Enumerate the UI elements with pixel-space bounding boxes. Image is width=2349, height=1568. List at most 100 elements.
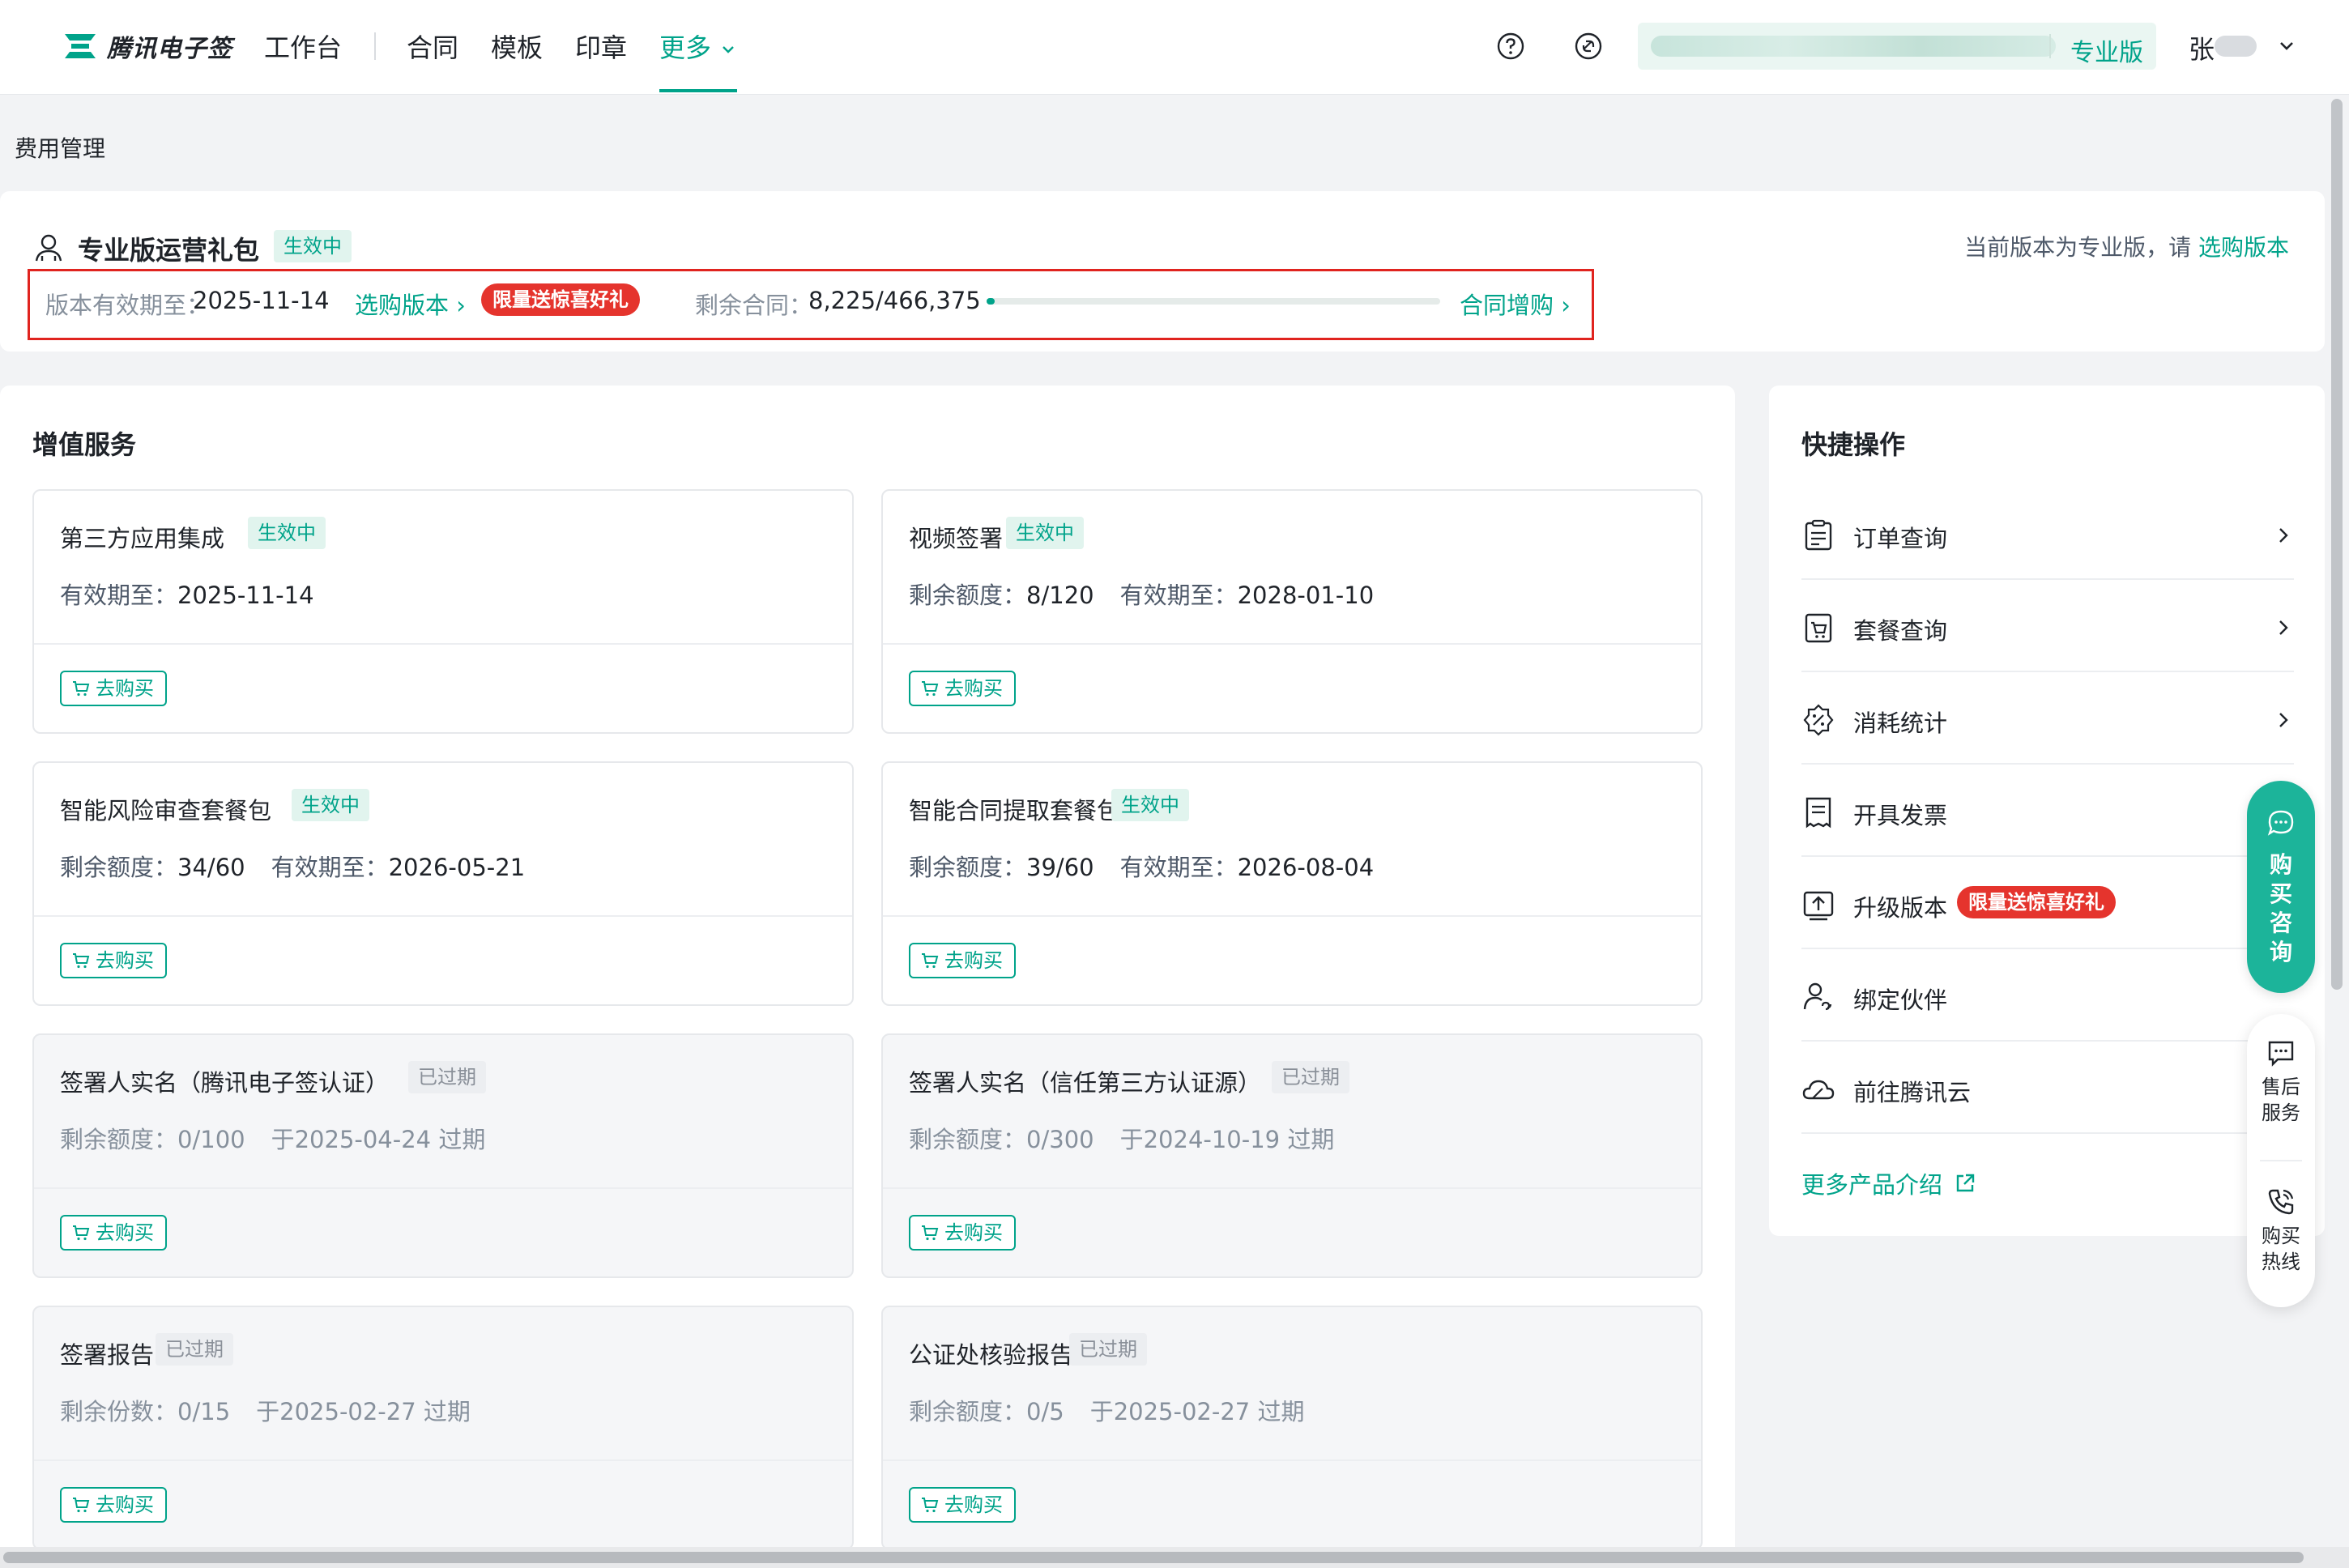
service-title: 智能合同提取套餐包 — [909, 797, 1121, 824]
after-sales-service-button[interactable]: 售后 服务 — [2247, 1038, 2315, 1126]
nav-more[interactable]: 更多 — [659, 28, 737, 65]
service-detail: 剩余额度：8/120 有效期至：2028-01-10 — [909, 577, 1374, 611]
purchase-hotline-button[interactable]: 购买 热线 — [2247, 1187, 2315, 1275]
purchase-consult-label: 购买咨询 — [2247, 850, 2315, 967]
hotline-label-line1: 购买 — [2262, 1225, 2300, 1247]
select-version-link[interactable]: 选购版本 — [2198, 234, 2289, 261]
quick-action-label: 升级版本 — [1853, 894, 1948, 922]
quick-action-partner[interactable]: 绑定伙伴 — [1801, 949, 2294, 1042]
chat-icon — [2267, 810, 2294, 836]
cloud-icon — [1802, 1080, 1835, 1100]
quick-action-invoice[interactable]: 开具发票 — [1801, 765, 2294, 857]
user-name-redacted — [2215, 36, 2257, 57]
horizontal-scrollbar[interactable] — [0, 1547, 2349, 1568]
add-contracts-button[interactable]: 合同增购 › — [1460, 287, 1571, 321]
buy-button[interactable]: 去购买 — [909, 671, 1016, 706]
quick-action-upgrade[interactable]: 升级版本 限量送惊喜好礼 — [1801, 857, 2294, 949]
detail-label: 剩余额度： — [909, 854, 1027, 881]
nav-templates[interactable]: 模板 — [491, 28, 543, 65]
detail-label: 剩余额度： — [60, 1126, 178, 1153]
scrollbar-thumb[interactable] — [3, 1552, 2304, 1563]
service-detail: 剩余份数：0/15 于2025-02-27 过期 — [60, 1393, 471, 1427]
detail-label: 有效期至： — [271, 854, 389, 881]
detail-value: 8/120 — [1026, 582, 1094, 609]
buy-button[interactable]: 去购买 — [909, 1215, 1016, 1251]
select-version-button[interactable]: 选购版本 › — [355, 287, 466, 321]
nav-contracts[interactable]: 合同 — [407, 28, 458, 65]
buy-button[interactable]: 去购买 — [60, 671, 167, 706]
scrollbar-thumb[interactable] — [2331, 99, 2343, 990]
detail-value: 0/300 — [1026, 1126, 1094, 1153]
buy-button[interactable]: 去购买 — [60, 1487, 167, 1523]
user-name[interactable]: 张 — [2189, 29, 2215, 66]
cart-icon — [922, 1225, 939, 1241]
user-icon — [35, 234, 62, 262]
service-title: 公证处核验报告 — [909, 1341, 1074, 1369]
detail-value: 0/15 — [177, 1398, 231, 1425]
edition-badge: 专业版 — [2070, 39, 2143, 67]
quick-action-label: 消耗统计 — [1853, 709, 1948, 737]
card-divider — [34, 1459, 852, 1461]
buy-button-label: 去购买 — [96, 949, 154, 972]
buy-button-label: 去购买 — [944, 949, 1003, 972]
cart-icon — [922, 1498, 939, 1513]
card-divider — [883, 1459, 1701, 1461]
service-detail: 剩余额度：0/5 于2025-02-27 过期 — [909, 1393, 1304, 1427]
remaining-contracts-label: 剩余合同： — [695, 292, 813, 319]
chevron-right-icon — [2279, 713, 2288, 727]
quick-action-packages[interactable]: 套餐查询 — [1801, 580, 2294, 672]
page-title: 费用管理 — [15, 135, 106, 162]
detail-value: 34/60 — [177, 854, 245, 881]
status-badge: 已过期 — [408, 1061, 486, 1093]
service-card: 公证处核验报告 已过期 剩余额度：0/5 于2025-02-27 过期 去购买 — [881, 1306, 1703, 1550]
cart-icon — [73, 1225, 90, 1241]
buy-button[interactable]: 去购买 — [909, 1487, 1016, 1523]
help-icon[interactable] — [1495, 31, 1526, 62]
message-icon — [2268, 1041, 2294, 1067]
nav-workbench[interactable]: 工作台 — [264, 28, 342, 65]
purchase-consult-button[interactable]: 购买咨询 — [2247, 781, 2315, 993]
value-added-services-panel: 增值服务 第三方应用集成 生效中 有效期至：2025-11-14 去购买 视频签署 生效中… — [0, 386, 1735, 1568]
nav-divider — [374, 32, 376, 60]
brand-logo-icon — [65, 34, 96, 58]
vertical-scrollbar[interactable] — [2328, 96, 2346, 1553]
organization-name-redacted — [1651, 36, 2056, 57]
detail-value: 2028-01-10 — [1237, 582, 1375, 609]
brand-logo[interactable]: 腾讯电子签 — [62, 28, 232, 65]
quick-action-statistics[interactable]: 消耗统计 — [1801, 672, 2294, 765]
detail-value: 于2025-04-24 过期 — [271, 1126, 486, 1153]
nav-seals[interactable]: 印章 — [575, 28, 627, 65]
purchase-consult-text: 购买咨询 — [2269, 851, 2292, 965]
service-card: 签署人实名（腾讯电子签认证） 已过期 剩余额度：0/100 于2025-04-24 过… — [32, 1033, 854, 1278]
buy-button[interactable]: 去购买 — [60, 1215, 167, 1251]
card-divider — [34, 915, 852, 917]
service-card: 智能风险审查套餐包 生效中 剩余额度：34/60 有效期至：2026-05-21 去购买 — [32, 761, 854, 1006]
after-sales-label-line1: 售后 — [2262, 1076, 2300, 1098]
support-widget: 售后 服务 购买 热线 — [2247, 1014, 2315, 1307]
promo-badge[interactable]: 限量送惊喜好礼 — [481, 283, 640, 316]
buy-button[interactable]: 去购买 — [909, 943, 1016, 978]
validity-label: 版本有效期至： — [45, 292, 211, 319]
organization-switcher[interactable]: 专业版 — [1638, 23, 2156, 70]
plan-note-text: 当前版本为专业版，请 — [1964, 234, 2192, 261]
buy-button[interactable]: 去购买 — [60, 943, 167, 978]
chevron-down-icon[interactable] — [2276, 36, 2297, 57]
validity-value: 2025-11-14 — [193, 287, 330, 314]
detail-value: 于2025-02-27 过期 — [256, 1398, 471, 1425]
quick-action-tencent-cloud[interactable]: 前往腾讯云 — [1801, 1042, 2294, 1134]
chevron-right-icon — [2279, 620, 2288, 635]
link-icon[interactable] — [1573, 31, 1604, 62]
detail-value: 于2025-02-27 过期 — [1089, 1398, 1305, 1425]
quick-action-label: 套餐查询 — [1853, 617, 1948, 645]
more-products-link[interactable]: 更多产品介绍 — [1801, 1166, 1976, 1200]
service-card: 视频签署 生效中 剩余额度：8/120 有效期至：2028-01-10 去购买 — [881, 489, 1703, 734]
promo-badge: 限量送惊喜好礼 — [1957, 886, 2116, 918]
quick-action-orders[interactable]: 订单查询 — [1801, 488, 2294, 580]
buy-button-label: 去购买 — [96, 677, 154, 700]
external-link-icon — [1956, 1174, 1975, 1192]
more-products-label: 更多产品介绍 — [1801, 1171, 1943, 1199]
service-title: 第三方应用集成 — [60, 525, 225, 552]
status-badge: 已过期 — [1272, 1061, 1349, 1093]
buy-button-label: 去购买 — [944, 677, 1003, 700]
quick-action-label: 绑定伙伴 — [1853, 986, 1948, 1014]
